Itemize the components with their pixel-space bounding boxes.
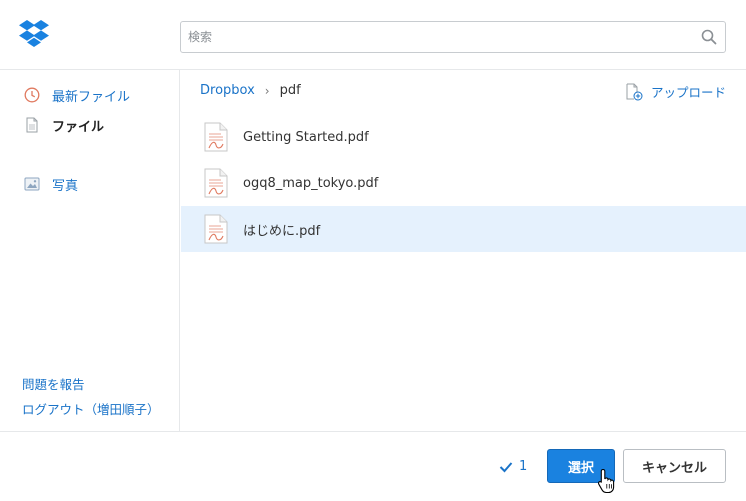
upload-label: アップロード: [650, 85, 726, 100]
check-icon: [499, 461, 513, 472]
file-row[interactable]: ogq8_map_tokyo.pdf: [181, 160, 746, 206]
cancel-button[interactable]: キャンセル: [623, 449, 726, 483]
file-name: ogq8_map_tokyo.pdf: [243, 175, 379, 191]
file-browser: Dropbox › pdf アップロード Getting Started.pdf: [181, 70, 746, 431]
sidebar: 最新ファイル ファイル 写真 問題を報告 ログアウト（増田順子）: [0, 70, 180, 431]
footer: 1 選択 キャンセル: [0, 431, 746, 501]
breadcrumb-root[interactable]: Dropbox: [200, 83, 255, 98]
file-name: Getting Started.pdf: [243, 129, 369, 145]
file-icon: [26, 117, 38, 133]
search-box: [180, 21, 726, 53]
sidebar-item-photos[interactable]: 写真: [24, 174, 78, 194]
sidebar-item-label: 最新ファイル: [52, 89, 131, 105]
file-row[interactable]: Getting Started.pdf: [181, 114, 746, 160]
file-row-selected[interactable]: はじめに.pdf: [181, 206, 746, 252]
pdf-file-icon: [204, 122, 228, 152]
breadcrumb-current: pdf: [279, 83, 301, 98]
pdf-file-icon: [204, 214, 228, 244]
search-input[interactable]: [181, 22, 681, 52]
breadcrumb: Dropbox › pdf: [200, 83, 301, 98]
photo-icon: [24, 177, 40, 191]
selected-count-value: 1: [519, 459, 528, 474]
dropbox-logo-icon[interactable]: [19, 20, 49, 48]
selected-count: 1: [499, 459, 527, 474]
sidebar-item-files[interactable]: ファイル: [24, 115, 104, 135]
header: [0, 0, 746, 70]
upload-file-icon: [626, 83, 643, 100]
report-problem-link[interactable]: 問題を報告: [22, 374, 85, 393]
sidebar-item-label: ファイル: [52, 119, 105, 135]
clock-icon: [24, 87, 40, 103]
sidebar-item-recent[interactable]: 最新ファイル: [24, 85, 130, 105]
file-name: はじめに.pdf: [243, 223, 321, 239]
upload-button[interactable]: アップロード: [625, 82, 726, 101]
search-icon[interactable]: [701, 29, 717, 45]
file-list: Getting Started.pdf ogq8_map_tokyo.pdf は…: [181, 114, 746, 252]
pdf-file-icon: [204, 168, 228, 198]
logout-link[interactable]: ログアウト（増田順子）: [22, 399, 160, 418]
breadcrumb-separator: ›: [264, 83, 270, 98]
select-button[interactable]: 選択: [547, 449, 615, 483]
sidebar-item-label: 写真: [52, 178, 79, 194]
